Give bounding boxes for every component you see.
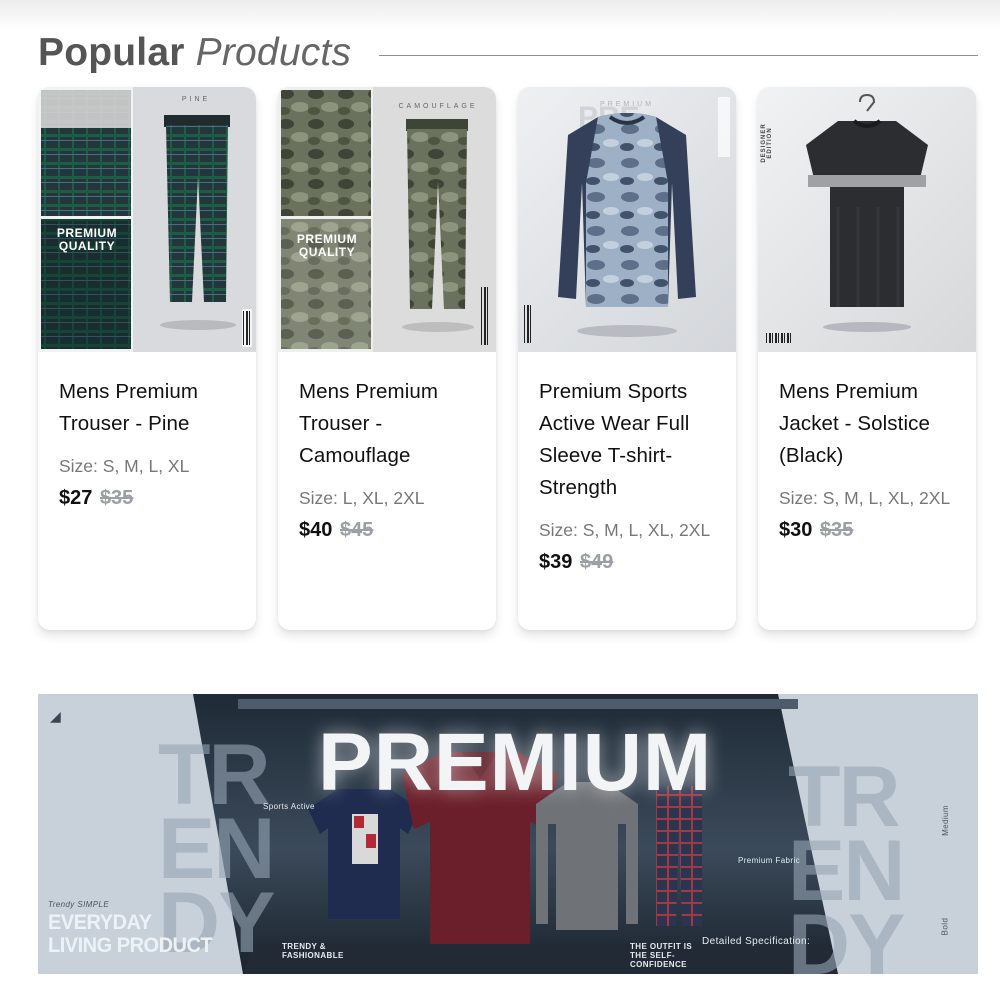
product-card[interactable]: PREMIUM QUALITY PINE Mens Premium Trouse… [38,87,256,630]
product-info: Mens Premium Trouser - Camouflage Size: … [278,352,496,546]
banner-logo-icon: ◢ [50,708,62,724]
product-old-price: $35 [819,519,854,541]
product-sizes: Size: S, M, L, XL, 2XL [539,520,711,540]
premium-quality-badge: PREMIUM QUALITY [296,232,358,259]
watermark-label: PREMIUM [599,101,655,108]
side-label-medium: Medium [940,805,950,836]
product-price: $27 [59,487,93,509]
product-sizes: Size: S, M, L, XL, 2XL [779,488,951,508]
barcode [481,287,489,345]
premium-quality-badge: PREMIUM QUALITY [56,226,118,253]
product-photo-pine-trouser [38,87,252,352]
product-title[interactable]: Premium Sports Active Wear Full Sleeve T… [539,376,718,504]
caption-outfit-confidence: THE OUTFIT IS THE SELF-CONFIDENCE [630,942,693,969]
product-info: Premium Sports Active Wear Full Sleeve T… [518,352,736,578]
product-info: Mens Premium Jacket - Solstice (Black) S… [758,352,976,546]
heading-line: EVERYDAY [48,910,152,934]
product-price-row: $27 $35 [59,482,238,514]
product-title[interactable]: Mens Premium Trouser - Camouflage [299,376,478,472]
heading-line: LIVING PRODUCT [48,934,213,958]
product-photo-camouflage-trouser [278,87,474,352]
product-photo-black-tshirt [806,94,928,332]
section-title: Popular Products [38,31,351,75]
product-old-price: $45 [339,519,374,541]
color-variant-label: CAMOUFLAGE [398,103,478,110]
section-title-bold: Popular [38,31,185,74]
product-grid: PREMIUM QUALITY PINE Mens Premium Trouse… [38,87,978,632]
product-title[interactable]: Mens Premium Jacket - Solstice (Black) [779,376,958,472]
product-price-row: $30 $35 [779,514,958,546]
product-card[interactable]: PREMIUM QUALITY CAMOUFLAGE Mens Premium … [278,87,496,630]
side-label-bold: Bold [940,917,950,936]
promo-banner[interactable]: TR EN DY TR EN DY PREMIUM ◢ Trendy SIMPL… [38,694,978,974]
popular-products-header: Popular Products [38,28,978,78]
product-price: $39 [539,551,573,573]
product-image[interactable]: DESIGNER EDITION [758,87,976,352]
designer-edition-label: DESIGNER EDITION [761,123,773,163]
page-top-fade [0,0,1000,30]
product-sizes: Size: L, XL, 2XL [299,488,425,508]
banner-everyday-heading: EVERYDAY LIVING PRODUCT [48,910,213,958]
banner-tagline: Trendy SIMPLE [48,900,110,909]
barcode [524,305,533,343]
product-card[interactable]: DESIGNER EDITION Mens Premium Jacket - S… [758,87,976,630]
header-divider [379,54,978,56]
banner-headline: PREMIUM [318,717,713,808]
caption-trendy-fashionable: TRENDY & FASHIONABLE [282,942,344,960]
tag-sports-active: Sports Active [263,802,315,811]
barcode [243,311,251,345]
tag-premium-fabric: Premium Fabric [738,856,801,865]
product-info: Mens Premium Trouser - Pine Size: S, M, … [38,352,256,514]
product-old-price: $35 [99,487,134,509]
section-title-light: Products [195,31,352,74]
barcode [766,333,792,343]
product-photo-sports-tshirt: PRE [558,97,730,337]
product-price-row: $40 $45 [299,514,478,546]
detailed-specification-title: Detailed Specification: [702,936,811,947]
product-price: $40 [299,519,333,541]
product-sizes: Size: S, M, L, XL [59,456,190,476]
product-price: $30 [779,519,813,541]
product-image[interactable]: PRE PREMIUM [518,87,736,352]
product-old-price: $49 [579,551,614,573]
product-image[interactable]: PREMIUM QUALITY PINE [38,87,256,352]
product-card[interactable]: PRE PREMIUM Premium Sports Active Wear F… [518,87,736,630]
product-price-row: $39 $49 [539,546,718,578]
color-variant-label: PINE [181,96,211,103]
product-image[interactable]: PREMIUM QUALITY CAMOUFLAGE [278,87,496,352]
product-title[interactable]: Mens Premium Trouser - Pine [59,376,238,440]
